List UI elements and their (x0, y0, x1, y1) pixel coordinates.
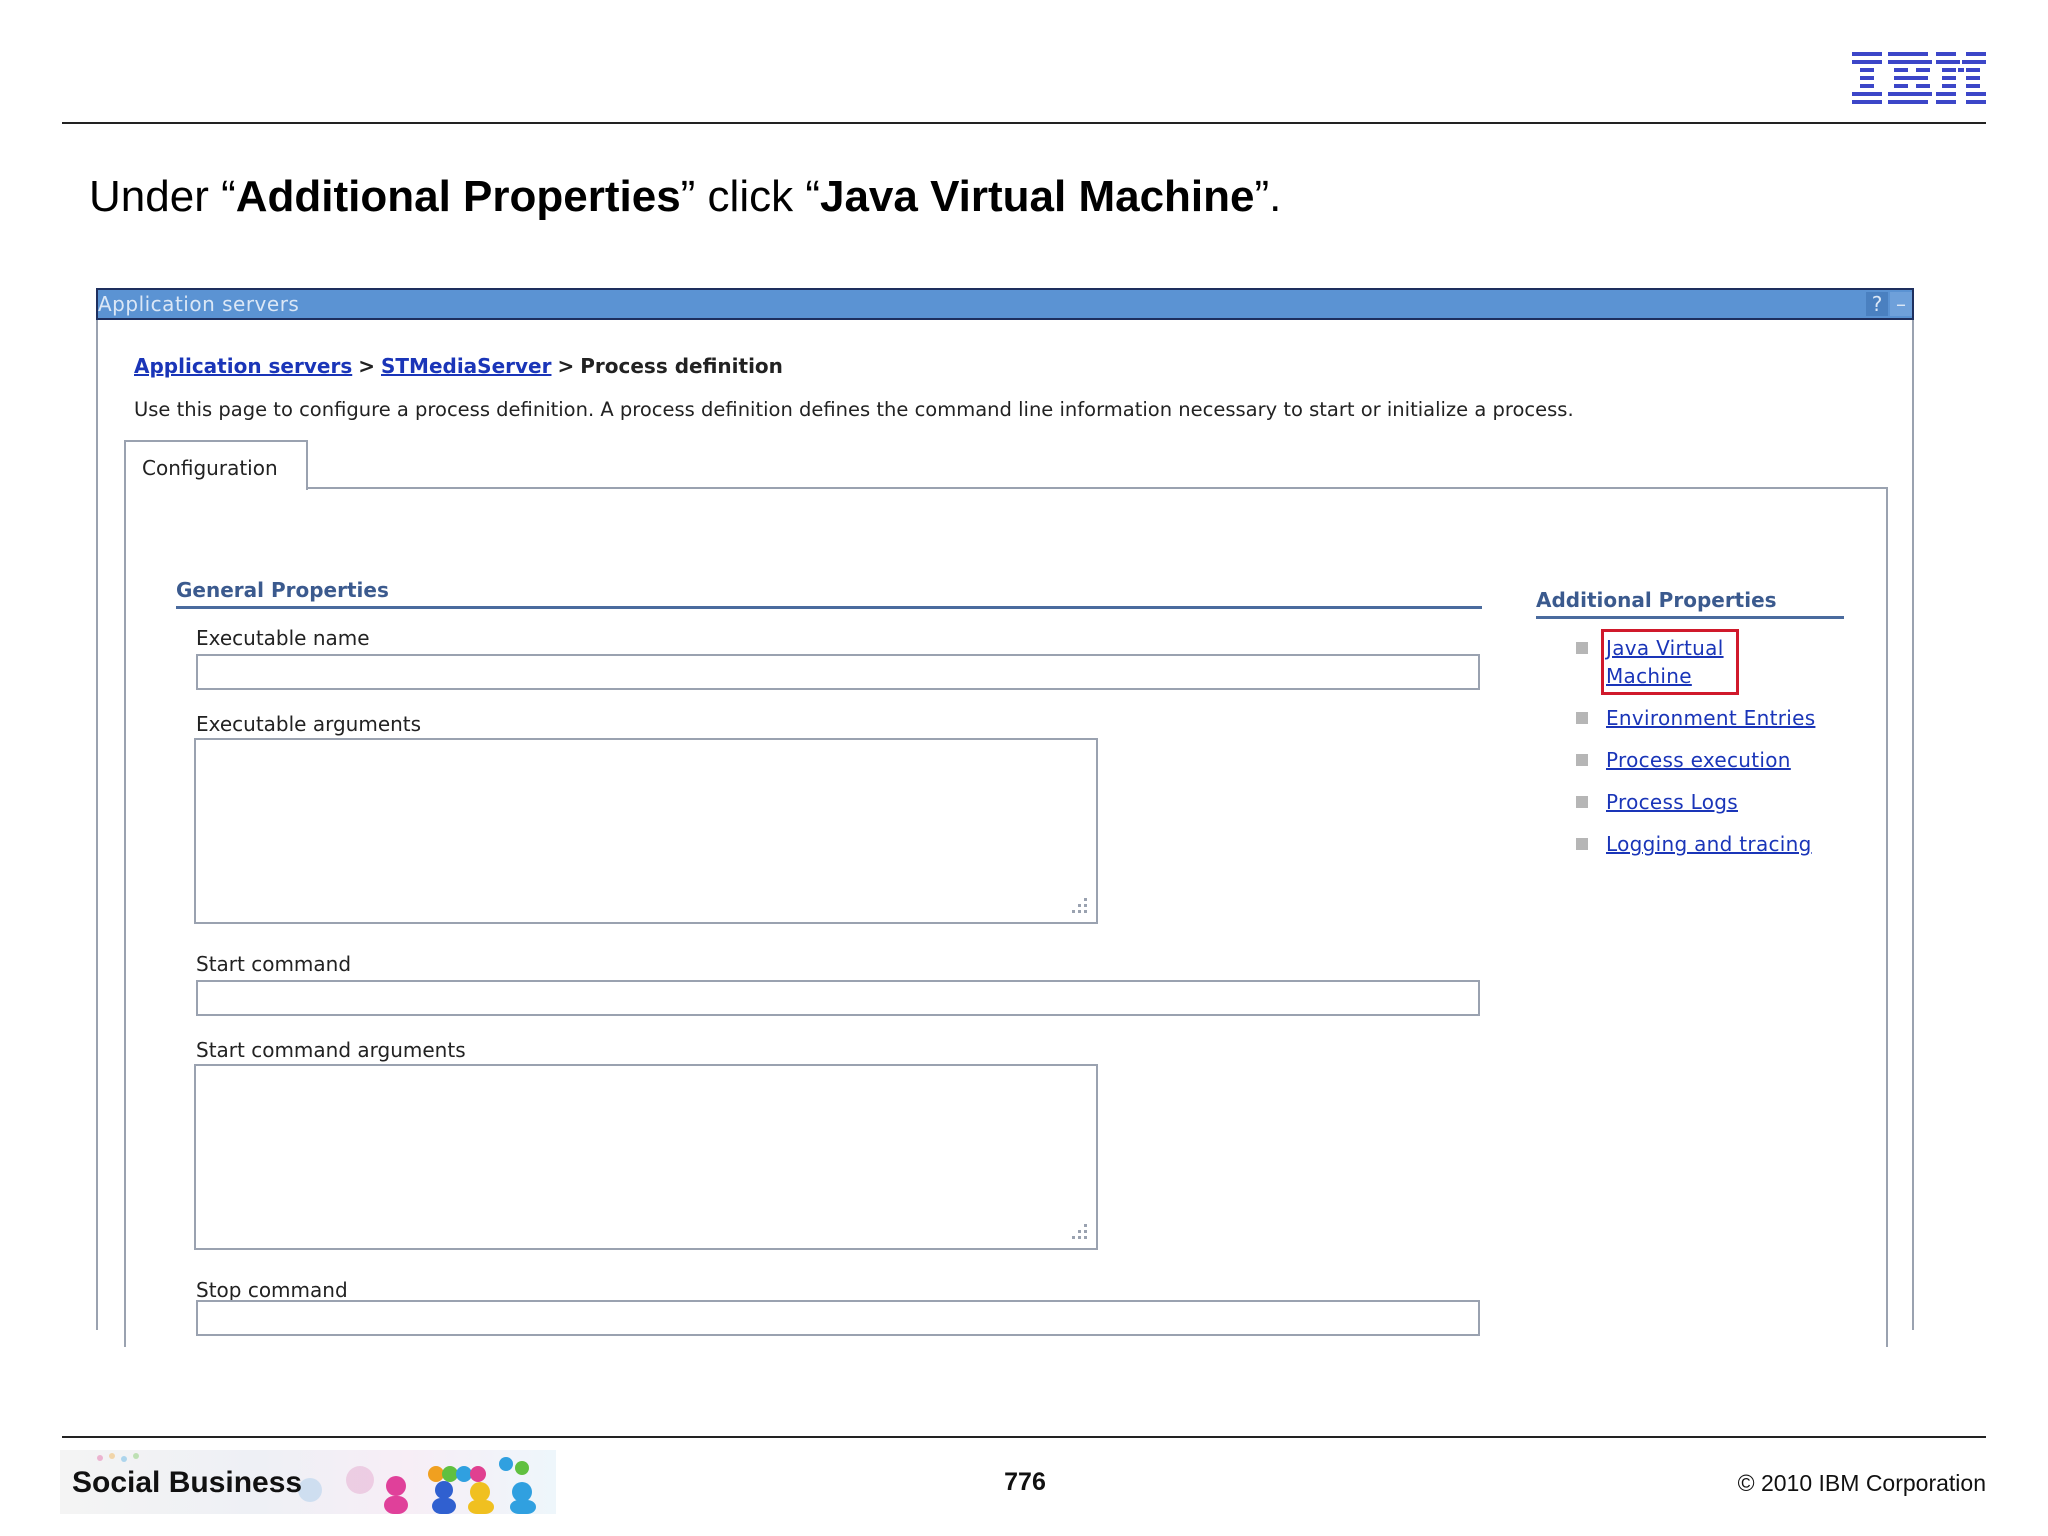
java-virtual-machine-link[interactable]: Java Virtual Machine (1601, 629, 1739, 695)
title-bold-additional-properties: Additional Properties (235, 172, 681, 221)
start-command-input[interactable] (196, 980, 1480, 1016)
breadcrumb-separator: > (557, 354, 575, 378)
page-number: 776 (1004, 1468, 1046, 1496)
application-servers-panel: Application servers ? – Application serv… (96, 288, 1914, 1347)
minimize-icon[interactable]: – (1890, 292, 1912, 316)
slide-title: Under “Additional Properties” click “Jav… (89, 172, 1281, 222)
title-suffix: ”. (1254, 172, 1282, 221)
general-properties-title: General Properties (176, 578, 389, 602)
title-prefix: Under “ (89, 172, 236, 221)
start-command-arguments-label: Start command arguments (196, 1038, 466, 1062)
panel-title: Application servers (98, 292, 300, 316)
social-business-brand: Social Business (72, 1466, 303, 1499)
stop-command-input[interactable] (196, 1300, 1480, 1336)
start-command-label: Start command (196, 952, 352, 976)
breadcrumb-current: Process definition (580, 354, 783, 378)
social-business-banner: Social Business (60, 1450, 556, 1514)
panel-titlebar: Application servers ? – (96, 288, 1914, 320)
breadcrumb-separator: > (358, 354, 375, 378)
list-item: Process Logs (1576, 788, 1816, 816)
additional-properties-divider (1536, 616, 1844, 619)
executable-arguments-label: Executable arguments (196, 712, 422, 736)
environment-entries-link[interactable]: Environment Entries (1606, 704, 1816, 732)
breadcrumb: Application servers > STMediaServer > Proces… (134, 354, 783, 378)
executable-name-label: Executable name (196, 626, 370, 650)
additional-properties-list: Java Virtual Machine Environment Entries… (1576, 629, 1816, 872)
bullet-icon (1576, 796, 1588, 808)
header-divider (62, 122, 1986, 124)
breadcrumb-application-servers-link[interactable]: Application servers (134, 354, 352, 378)
additional-properties-title: Additional Properties (1536, 588, 1777, 612)
resize-grip-icon[interactable] (1068, 894, 1090, 916)
executable-name-input[interactable] (196, 654, 1480, 690)
bullet-icon (1576, 642, 1588, 654)
help-icon[interactable]: ? (1866, 292, 1888, 316)
ibm-logo (1852, 52, 1986, 104)
tab-configuration[interactable]: Configuration (124, 440, 308, 490)
start-command-arguments-textarea[interactable] (194, 1064, 1098, 1250)
list-item: Process execution (1576, 746, 1816, 774)
logging-and-tracing-link[interactable]: Logging and tracing (1606, 830, 1816, 858)
footer-divider (62, 1436, 1986, 1438)
process-execution-link[interactable]: Process execution (1606, 746, 1816, 774)
resize-grip-icon[interactable] (1068, 1220, 1090, 1242)
executable-arguments-textarea[interactable] (194, 738, 1098, 924)
copyright: © 2010 IBM Corporation (1737, 1470, 1986, 1496)
bullet-icon (1576, 712, 1588, 724)
page-description: Use this page to configure a process def… (134, 398, 1574, 421)
general-properties-divider (176, 606, 1482, 609)
bullet-icon (1576, 754, 1588, 766)
breadcrumb-stmediaserver-link[interactable]: STMediaServer (381, 354, 551, 378)
bullet-icon (1576, 838, 1588, 850)
stop-command-label: Stop command (196, 1278, 348, 1302)
process-logs-link[interactable]: Process Logs (1606, 788, 1816, 816)
list-item: Environment Entries (1576, 704, 1816, 732)
list-item: Java Virtual Machine (1576, 629, 1816, 695)
title-bold-java-virtual-machine: Java Virtual Machine (819, 172, 1255, 221)
list-item: Logging and tracing (1576, 830, 1816, 858)
title-mid: ” click “ (680, 172, 820, 221)
